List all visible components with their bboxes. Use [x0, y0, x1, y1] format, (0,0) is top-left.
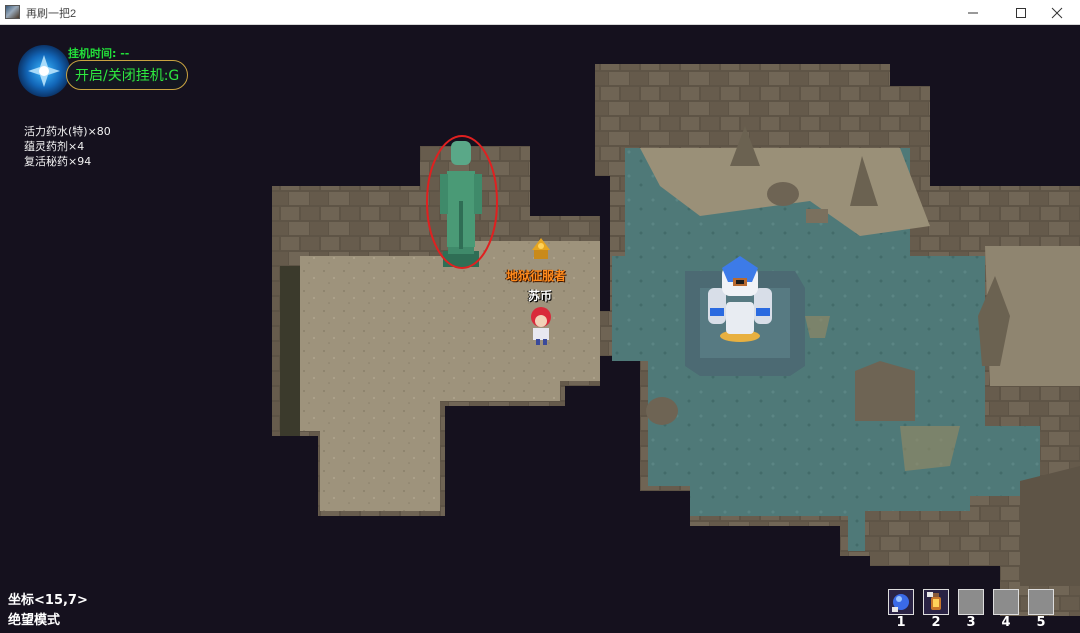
hotbar-key-label: 4 [1001, 615, 1011, 630]
afk-orb-icon[interactable] [18, 45, 70, 97]
dungeon-map [272, 64, 1080, 616]
minimize-icon [968, 12, 978, 13]
afk-time-label: 挂机时间: -- [68, 47, 130, 60]
consumable-item: 蕴灵药剂×4 [24, 140, 85, 153]
hotbar-key-label: 1 [896, 615, 906, 630]
hotbar-slot-4[interactable] [993, 589, 1019, 615]
right-cave-room [595, 64, 1080, 616]
coordinates-label: 坐标<15,7> [8, 593, 88, 608]
close-button[interactable] [1034, 0, 1080, 25]
hotbar-slot-3[interactable] [958, 589, 984, 615]
maximize-icon [1016, 7, 1026, 18]
consumable-item: 复活秘药×94 [24, 155, 92, 168]
consumable-item: 活力药水(特)×80 [24, 125, 111, 138]
hotbar-key-label: 5 [1036, 615, 1046, 630]
hotbar-slot-2[interactable] [923, 589, 949, 615]
minimize-button[interactable] [950, 0, 996, 25]
hotbar-key-label: 3 [966, 615, 976, 630]
window-title: 再刷一把2 [26, 8, 77, 20]
player-title-label: 地狱征服者 [506, 269, 567, 283]
player-name-label: 苏币 [528, 289, 553, 303]
game-viewport[interactable]: 挂机时间: -- 开启/关闭挂机:G 活力药水(特)×80 蕴灵药剂×4 复活秘… [0, 26, 1080, 633]
hotbar-slot-1[interactable] [888, 589, 914, 615]
window-titlebar: 再刷一把2 [0, 0, 1080, 25]
lantern-icon [927, 592, 941, 610]
difficulty-mode-label: 绝望模式 [8, 613, 61, 628]
hotbar-key-label: 2 [931, 615, 941, 630]
app-icon [5, 5, 20, 19]
blue-orb-icon [892, 594, 909, 612]
close-icon [1051, 7, 1063, 18]
afk-toggle-button[interactable]: 开启/关闭挂机:G [66, 60, 188, 90]
hotbar-slot-5[interactable] [1028, 589, 1054, 615]
consumables-list: 活力药水(特)×80 蕴灵药剂×4 复活秘药×94 [24, 124, 111, 169]
